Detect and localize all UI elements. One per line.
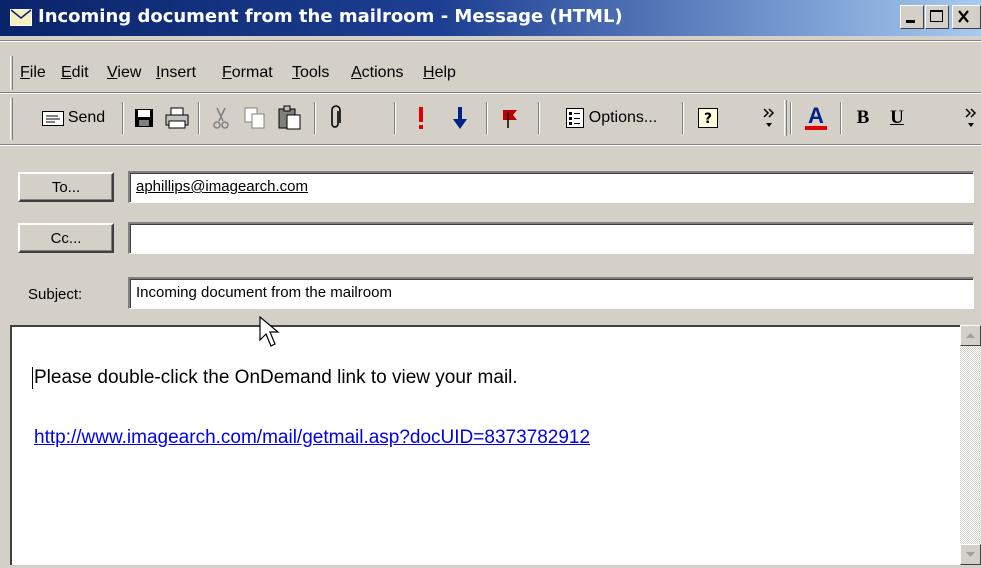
low-importance-icon [453, 107, 467, 129]
cut-button[interactable] [206, 100, 236, 136]
attach-button[interactable] [322, 100, 350, 136]
print-button[interactable] [162, 100, 192, 136]
maximize-button[interactable] [925, 5, 949, 29]
menu-tools[interactable]: Tools [292, 64, 329, 82]
flag-icon [503, 110, 517, 128]
toolbar-separator [486, 102, 488, 134]
toolbar-overflow-button[interactable] [758, 100, 780, 136]
cut-icon [213, 107, 229, 129]
ondemand-link[interactable]: http://www.imagearch.com/mail/getmail.as… [34, 427, 590, 449]
vertical-scrollbar[interactable] [960, 325, 981, 565]
help-button[interactable]: ? [694, 100, 722, 136]
toolbar-separator [198, 102, 200, 134]
paste-icon [278, 105, 301, 130]
message-body[interactable]: Please double-click the OnDemand link to… [10, 325, 960, 565]
cc-button[interactable]: Cc... [18, 223, 114, 253]
toolbar-overflow-button-2[interactable] [962, 100, 980, 136]
body-text: Please double-click the OnDemand link to… [34, 367, 518, 388]
low-importance-button[interactable] [448, 100, 472, 136]
close-button[interactable] [952, 5, 981, 29]
toolbar-grip[interactable] [784, 100, 787, 136]
title-bar[interactable]: Incoming document from the mailroom - Me… [0, 0, 981, 36]
toolbar-separator [314, 102, 316, 134]
font-color-icon: A [805, 104, 827, 130]
toolbar-grip[interactable] [10, 98, 13, 140]
scroll-down-icon [966, 552, 975, 557]
close-icon [958, 10, 969, 23]
cc-field[interactable] [128, 222, 974, 254]
scroll-down-button[interactable] [960, 544, 981, 565]
mouse-pointer-icon [259, 316, 280, 347]
underline-button[interactable]: U [884, 100, 910, 136]
save-icon [135, 109, 153, 127]
menu-format[interactable]: Format [222, 64, 273, 82]
maximize-icon [930, 10, 943, 22]
subject-label: Subject: [28, 286, 83, 303]
minimize-icon [906, 20, 915, 23]
to-button-label: To... [51, 178, 81, 196]
print-icon [165, 107, 189, 129]
menu-bar: File Edit View Insert Format Tools Actio… [0, 56, 981, 90]
toolbar-separator [394, 102, 396, 134]
send-label: Send [67, 109, 106, 126]
minimize-button[interactable] [900, 5, 924, 29]
divider [0, 144, 981, 146]
options-button[interactable]: Options... [548, 100, 674, 136]
to-field[interactable]: aphillips@imagearch.com [128, 171, 974, 203]
bold-button[interactable]: B [850, 100, 876, 136]
menu-view[interactable]: View [107, 64, 141, 82]
more-icon [763, 108, 775, 127]
paste-button[interactable] [274, 100, 306, 136]
menu-file[interactable]: File [20, 64, 46, 82]
window-title: Incoming document from the mailroom - Me… [38, 6, 623, 27]
menu-help[interactable]: Help [423, 64, 456, 82]
standard-toolbar: Send Options... ? A B U [0, 96, 981, 142]
attach-icon [331, 105, 341, 128]
menu-edit[interactable]: Edit [61, 64, 89, 82]
cc-button-label: Cc... [50, 229, 82, 247]
menu-grip[interactable] [10, 56, 13, 90]
envelope-icon [10, 9, 32, 26]
subject-field[interactable]: Incoming document from the mailroom [128, 277, 974, 309]
menu-insert[interactable]: Insert [156, 64, 196, 82]
menu-actions[interactable]: Actions [351, 64, 403, 82]
to-button[interactable]: To... [18, 172, 114, 202]
text-caret [32, 367, 33, 389]
more-icon [965, 108, 977, 127]
save-button[interactable] [130, 100, 158, 136]
svg-text:?: ? [704, 111, 712, 127]
toolbar-separator [538, 102, 540, 134]
copy-button[interactable] [240, 100, 270, 136]
send-icon [41, 111, 64, 126]
high-importance-icon [419, 107, 423, 129]
flag-button[interactable] [494, 100, 526, 136]
scroll-up-icon [966, 333, 975, 338]
divider [0, 40, 981, 42]
options-label: Options... [588, 109, 658, 126]
to-recipient[interactable]: aphillips@imagearch.com [136, 178, 308, 195]
toolbar-separator [122, 102, 124, 134]
toolbar-separator [840, 102, 842, 134]
high-importance-button[interactable] [410, 100, 432, 136]
subject-value: Incoming document from the mailroom [136, 284, 392, 301]
toolbar-separator [790, 102, 792, 134]
divider [0, 92, 981, 94]
scroll-up-button[interactable] [960, 325, 981, 346]
copy-icon [244, 107, 265, 129]
svg-text:A: A [808, 104, 824, 128]
options-icon [565, 108, 584, 128]
toolbar-separator [682, 102, 684, 134]
font-color-button[interactable]: A [796, 100, 836, 136]
send-button[interactable]: Send [28, 100, 118, 136]
help-icon: ? [698, 108, 718, 128]
